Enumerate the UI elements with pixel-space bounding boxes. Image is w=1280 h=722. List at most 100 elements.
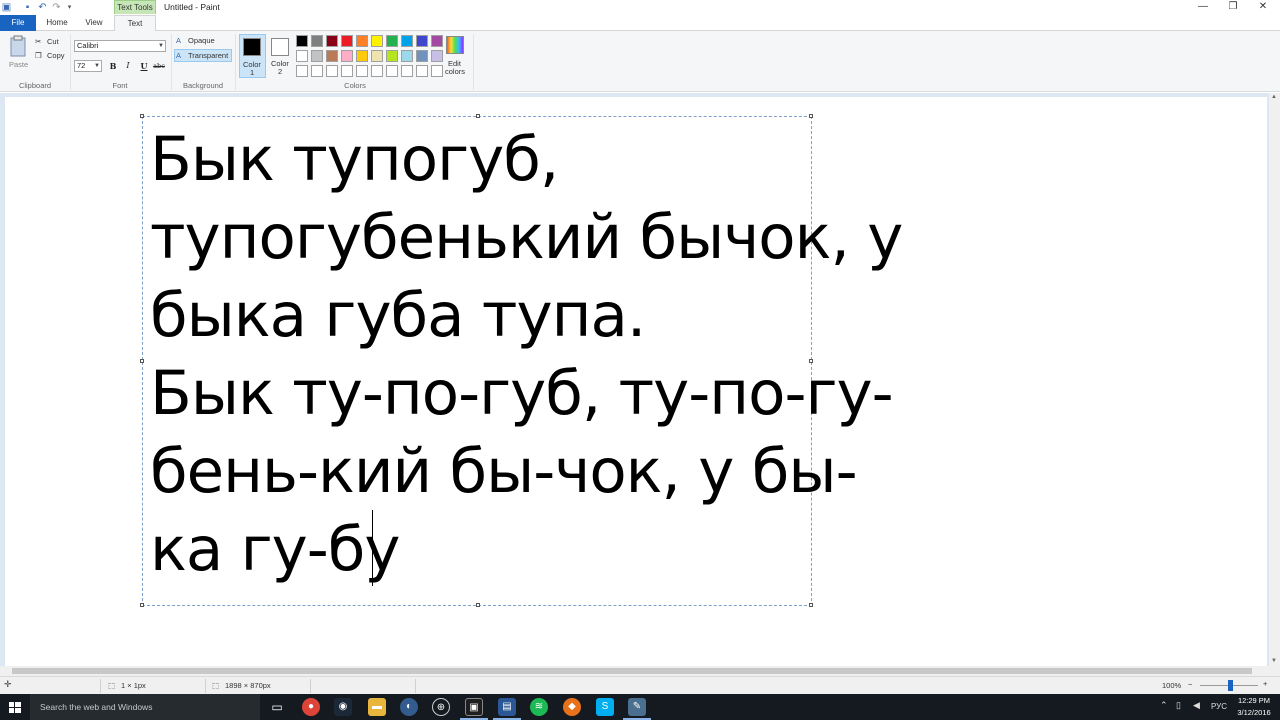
palette-swatch[interactable] <box>431 65 443 77</box>
palette-swatch[interactable] <box>311 50 323 62</box>
tab-view[interactable]: View <box>78 15 110 31</box>
palette-swatch[interactable] <box>431 50 443 62</box>
transparent-option[interactable]: A Transparent <box>174 49 232 62</box>
palette-swatch[interactable] <box>401 35 413 47</box>
drawing-canvas[interactable]: Бык тупогуб, тупогубенький бычок, у быка… <box>5 97 1267 666</box>
app-icon[interactable]: ▤ <box>498 698 516 716</box>
zoom-out-icon[interactable]: − <box>1188 680 1192 689</box>
palette-swatch[interactable] <box>386 65 398 77</box>
color-palette <box>296 35 446 79</box>
palette-swatch[interactable] <box>371 65 383 77</box>
palette-swatch[interactable] <box>311 65 323 77</box>
palette-swatch[interactable] <box>416 50 428 62</box>
customize-quick-access-icon[interactable]: ▾ <box>64 2 75 13</box>
font-size-select[interactable]: 72 ▼ <box>74 60 102 72</box>
app-icon[interactable]: ⊕ <box>432 698 450 716</box>
taskbar-search-box[interactable]: Search the web and Windows <box>30 694 260 720</box>
palette-swatch[interactable] <box>296 50 308 62</box>
tab-text[interactable]: Text <box>114 15 156 32</box>
tab-file[interactable]: File <box>0 15 36 31</box>
zoom-slider-thumb[interactable] <box>1228 680 1233 691</box>
input-language[interactable]: РУС <box>1211 702 1227 711</box>
palette-swatch[interactable] <box>356 50 368 62</box>
file-explorer-icon[interactable]: ▬ <box>368 698 386 716</box>
save-icon[interactable]: ▪ <box>22 2 33 13</box>
chrome-icon[interactable]: ● <box>302 698 320 716</box>
task-view-icon[interactable]: ▭ <box>268 698 286 716</box>
opaque-icon: A <box>176 36 182 45</box>
maximize-button[interactable]: ❐ <box>1222 0 1244 14</box>
palette-swatch[interactable] <box>326 35 338 47</box>
paint-icon[interactable]: ✎ <box>628 698 646 716</box>
palette-swatch[interactable] <box>356 65 368 77</box>
ribbon: Paste ✂ Cut ❐ Copy Clipboard Calibri ▼ 7… <box>0 31 1280 92</box>
app-icon[interactable]: ◆ <box>563 698 581 716</box>
resize-handle-top[interactable] <box>476 114 480 118</box>
app-icon[interactable]: ◐ <box>400 698 418 716</box>
palette-swatch[interactable] <box>326 65 338 77</box>
clock[interactable]: 12:29 PM 3/12/2016 <box>1232 695 1276 719</box>
palette-swatch[interactable] <box>311 35 323 47</box>
font-family-select[interactable]: Calibri ▼ <box>74 40 166 52</box>
resize-handle-top-left[interactable] <box>140 114 144 118</box>
cut-button[interactable]: Cut <box>47 37 59 46</box>
close-button[interactable]: ✕ <box>1252 0 1274 14</box>
start-button[interactable] <box>0 694 30 720</box>
palette-swatch[interactable] <box>296 35 308 47</box>
volume-icon[interactable]: ◀ <box>1193 700 1200 711</box>
bold-button[interactable]: B <box>107 60 119 72</box>
palette-swatch[interactable] <box>401 65 413 77</box>
paint-app-icon[interactable]: ▣ <box>1 2 12 13</box>
palette-swatch[interactable] <box>341 35 353 47</box>
zoom-in-icon[interactable]: + <box>1263 679 1267 688</box>
undo-icon[interactable]: ↶ <box>37 2 48 13</box>
resize-handle-bottom[interactable] <box>476 603 480 607</box>
tab-home[interactable]: Home <box>40 15 74 31</box>
opaque-option[interactable]: A Opaque <box>175 35 231 47</box>
palette-swatch[interactable] <box>416 35 428 47</box>
color-2-button[interactable]: Color 2 <box>268 34 293 78</box>
horizontal-scrollbar[interactable] <box>0 666 1269 676</box>
steam-icon[interactable]: ◉ <box>334 698 352 716</box>
palette-swatch[interactable] <box>371 35 383 47</box>
italic-button[interactable]: I <box>122 60 134 72</box>
palette-swatch[interactable] <box>431 35 443 47</box>
chevron-down-icon: ▼ <box>158 43 164 49</box>
redo-icon[interactable]: ↷ <box>51 2 62 13</box>
vertical-scrollbar[interactable]: ▲ ▼ <box>1269 93 1280 676</box>
paste-button[interactable] <box>9 35 27 57</box>
clipboard-group-label: Clipboard <box>18 81 52 90</box>
text-box[interactable]: Бык тупогуб, тупогубенький бычок, у быка… <box>140 114 903 607</box>
palette-swatch[interactable] <box>386 50 398 62</box>
minimize-button[interactable]: — <box>1192 0 1214 14</box>
selection-size-icon: ⬚ <box>108 681 116 690</box>
scroll-down-icon[interactable]: ▼ <box>1271 658 1277 664</box>
copy-button[interactable]: Copy <box>47 51 65 60</box>
resize-handle-top-right[interactable] <box>809 114 813 118</box>
network-icon[interactable]: ▯ <box>1176 700 1181 711</box>
color-1-button[interactable]: Color 1 <box>239 34 266 78</box>
palette-swatch[interactable] <box>401 50 413 62</box>
strikethrough-button[interactable]: abc <box>152 60 166 72</box>
palette-swatch[interactable] <box>296 65 308 77</box>
resize-handle-bottom-left[interactable] <box>140 603 144 607</box>
scroll-up-icon[interactable]: ▲ <box>1271 94 1277 100</box>
opaque-label: Opaque <box>188 36 215 45</box>
horizontal-scroll-thumb[interactable] <box>12 668 1252 674</box>
group-divider <box>171 34 172 90</box>
palette-swatch[interactable] <box>341 65 353 77</box>
palette-swatch[interactable] <box>356 35 368 47</box>
palette-swatch[interactable] <box>326 50 338 62</box>
underline-button[interactable]: U <box>138 60 150 72</box>
resize-handle-left[interactable] <box>140 359 144 363</box>
palette-swatch[interactable] <box>341 50 353 62</box>
palette-swatch[interactable] <box>386 35 398 47</box>
terminal-icon[interactable]: ▣ <box>465 698 483 716</box>
spotify-icon[interactable]: ≋ <box>530 698 548 716</box>
edit-colors-button[interactable]: Edit colors <box>444 34 468 78</box>
skype-icon[interactable]: S <box>596 698 614 716</box>
palette-swatch[interactable] <box>416 65 428 77</box>
show-hidden-icons-icon[interactable]: ⌃ <box>1160 700 1168 711</box>
resize-handle-bottom-right[interactable] <box>809 603 813 607</box>
palette-swatch[interactable] <box>371 50 383 62</box>
